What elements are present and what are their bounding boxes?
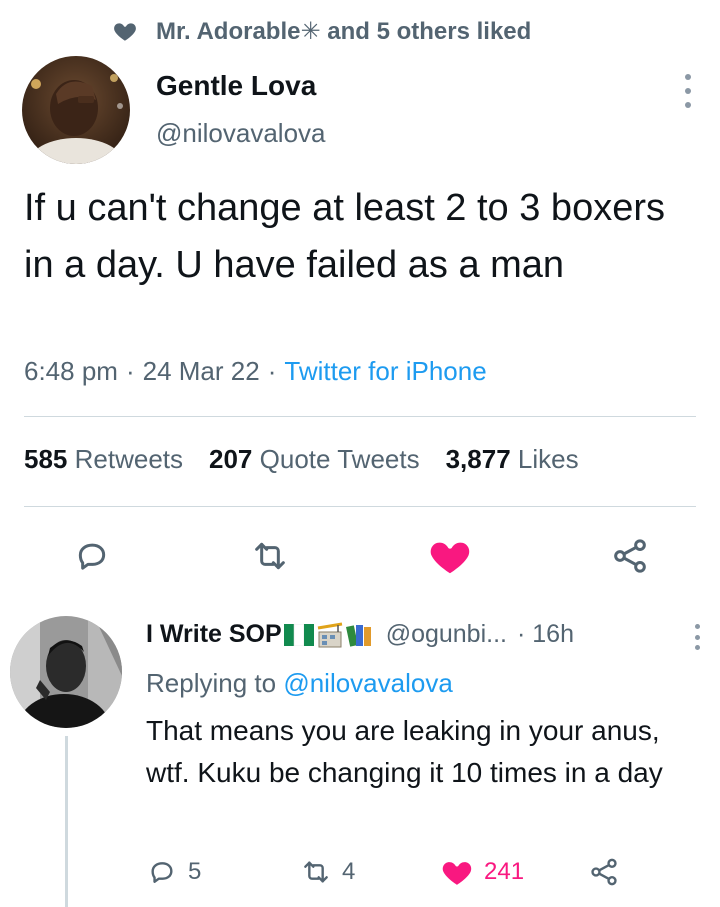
- reply-author-name[interactable]: I Write SOP: [146, 620, 282, 649]
- quotes-label: Quote Tweets: [259, 444, 420, 474]
- reply-count: 5: [188, 858, 202, 885]
- meta-separator: ·: [125, 356, 135, 386]
- divider: [24, 506, 696, 507]
- meta-separator: ·: [267, 356, 277, 386]
- heart-icon: [442, 862, 472, 885]
- reply-icon: [78, 543, 106, 570]
- replying-mention[interactable]: @nilovavalova: [283, 668, 452, 698]
- tweet-meta: 6:48 pm · 24 Mar 22 · Twitter for iPhone: [24, 356, 487, 387]
- tweet-actions: [0, 528, 720, 584]
- retweets-stat[interactable]: 585 Retweets: [24, 444, 183, 475]
- name-emojis: [283, 622, 374, 648]
- reply-actions: 5 4 241: [0, 852, 720, 892]
- reply-text: That means you are leaking in your anus,…: [146, 715, 663, 788]
- quotes-count: 207: [209, 444, 253, 474]
- author-handle[interactable]: @nilovavalova: [156, 118, 325, 149]
- reply-tweet[interactable]: I Write SOP @ogunbi... · 16h Replying to…: [0, 612, 720, 907]
- retweet-count: 4: [342, 858, 356, 885]
- more-icon[interactable]: [693, 624, 701, 650]
- tweet-date[interactable]: 24 Mar 22: [143, 356, 260, 387]
- like-button[interactable]: [422, 528, 478, 584]
- tweet-text: If u can't change at least 2 to 3 boxers…: [24, 187, 665, 286]
- social-context[interactable]: Mr. Adorable✳ and 5 others liked: [112, 14, 531, 48]
- likes-stat[interactable]: 3,877 Likes: [446, 444, 579, 475]
- like-button[interactable]: 241: [440, 852, 524, 892]
- like-count: 241: [484, 858, 525, 885]
- heart-icon: [114, 23, 136, 41]
- tweet-time[interactable]: 6:48 pm: [24, 356, 118, 387]
- nigeria-flag-icon: [283, 623, 314, 646]
- share-button[interactable]: [602, 528, 658, 584]
- reply-button[interactable]: [64, 528, 120, 584]
- heart-icon: [430, 542, 470, 574]
- more-icon[interactable]: [682, 74, 694, 108]
- tweet-author: Gentle Lova @nilovavalova: [22, 56, 702, 166]
- divider: [24, 416, 696, 417]
- avatar[interactable]: [10, 616, 122, 728]
- retweet-button[interactable]: 4: [300, 852, 355, 892]
- likes-count: 3,877: [445, 444, 511, 474]
- likes-label: Likes: [517, 444, 579, 474]
- replying-to: Replying to @nilovavalova: [146, 668, 453, 699]
- reply-icon: [151, 862, 173, 883]
- replying-prefix: Replying to: [146, 668, 277, 698]
- share-button[interactable]: [588, 852, 620, 892]
- author-name[interactable]: Gentle Lova: [156, 70, 316, 102]
- retweet-icon: [255, 542, 285, 570]
- share-icon: [591, 858, 617, 886]
- avatar[interactable]: [22, 56, 130, 164]
- quotes-stat[interactable]: 207 Quote Tweets: [209, 444, 420, 475]
- tweet-source[interactable]: Twitter for iPhone: [284, 356, 486, 387]
- retweets-count: 585: [24, 444, 68, 474]
- reply-author-handle[interactable]: @ogunbi...: [386, 620, 507, 649]
- social-context-text: Mr. Adorable✳ and 5 others liked: [156, 17, 532, 45]
- reply-button[interactable]: 5: [146, 852, 201, 892]
- tweet-stats: 585 Retweets 207 Quote Tweets 3,877 Like…: [24, 444, 605, 475]
- share-icon: [614, 539, 646, 573]
- retweet-button[interactable]: [242, 528, 298, 584]
- books-icon: [345, 624, 371, 647]
- retweets-label: Retweets: [74, 444, 184, 474]
- reply-time[interactable]: · 16h: [517, 620, 574, 649]
- reply-header: I Write SOP @ogunbi... · 16h: [146, 620, 574, 649]
- retweet-icon: [304, 861, 328, 883]
- construction-icon: [317, 622, 342, 647]
